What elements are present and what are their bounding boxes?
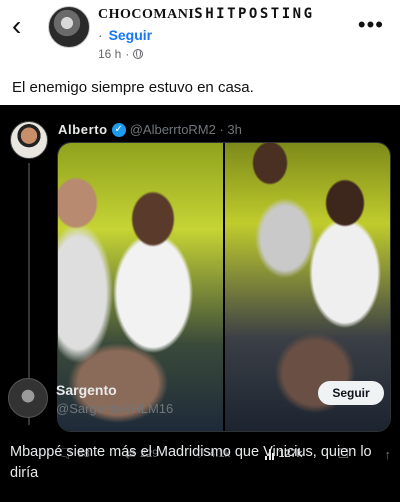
tweet-screenshot: Alberto ✓ @AlberrtoRM2 · 3h 🗨︎ 88 ⇄ 229 … [0,105,400,502]
globe-icon [133,49,144,59]
page-name[interactable]: CHOCOMANISHITPOSTING [98,5,315,23]
post-time: 16 h [98,47,122,61]
back-arrow-icon[interactable]: ‹ [12,12,36,40]
verified-badge-icon: ✓ [111,122,126,137]
separator-dot: · [98,27,103,43]
tweet-author-avatar [10,121,48,159]
reply-author-handle: @SargentoRHLM16 [56,401,174,416]
follow-link[interactable]: Seguir [109,27,153,43]
reply-author-avatar [8,378,48,418]
page-name-part1: CHOCOMANI [98,7,195,22]
post-caption: El enemigo siempre estuvo en casa. [12,79,254,96]
reply-text: Mbappé siente más el Madridismo que Vini… [10,444,372,481]
page-avatar[interactable] [48,6,90,48]
post-meta: 16 h · [98,47,144,61]
reply-author-name: Sargento [56,382,117,398]
more-options-icon[interactable]: ••• [358,12,384,38]
tweet-handle-time: @AlberrtoRM2 · 3h [129,122,242,137]
tweet-author-name: Alberto [58,122,108,137]
follow-link-row: · Seguir [98,27,152,43]
follow-button[interactable]: Seguir [318,381,384,405]
separator-dot: · [125,47,130,61]
post-header: ‹ CHOCOMANISHITPOSTING · Seguir 16 h · •… [0,0,400,70]
tweet-header: Alberto ✓ @AlberrtoRM2 · 3h [58,122,242,137]
page-name-part2: SHITPOSTING [194,6,315,22]
